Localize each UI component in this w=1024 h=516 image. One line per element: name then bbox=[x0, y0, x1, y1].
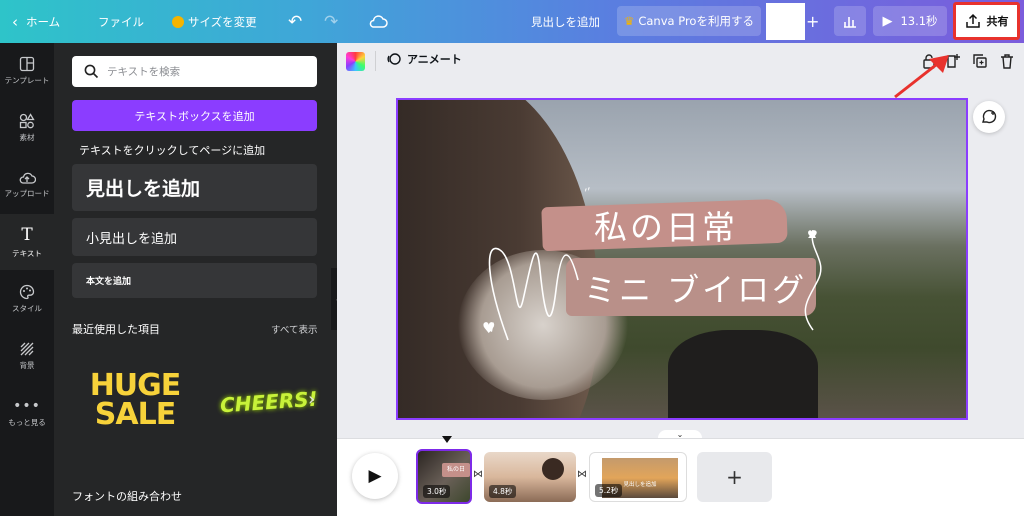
thumb-title: 私の日 bbox=[442, 463, 470, 477]
search-placeholder: テキストを検索 bbox=[107, 66, 181, 78]
file-menu[interactable]: ファイル bbox=[98, 0, 144, 43]
scribble-decoration-right bbox=[804, 230, 822, 331]
huge-sale-template[interactable]: HUGE SALE bbox=[80, 371, 190, 433]
search-icon bbox=[84, 64, 99, 79]
rail-label: アップロード bbox=[4, 189, 50, 198]
rail-label: テキスト bbox=[12, 249, 42, 258]
add-page-plus-icon[interactable]: + bbox=[697, 452, 772, 502]
home-label: ホーム bbox=[26, 14, 61, 29]
text-panel: テキストを検索 テキストボックスを追加 テキストをクリックしてページに追加 見出… bbox=[54, 43, 337, 516]
design-title-line2[interactable]: ミニ ブイログ bbox=[584, 265, 807, 311]
add-collaborator-icon[interactable]: + bbox=[806, 0, 819, 43]
page-thumbnail-1[interactable]: 私の日 3.0秒 bbox=[416, 449, 472, 504]
toolbar-divider bbox=[375, 51, 376, 71]
search-input[interactable]: テキストを検索 bbox=[72, 56, 317, 87]
rail-label: 背景 bbox=[19, 361, 35, 370]
trash-icon[interactable] bbox=[998, 52, 1016, 70]
canva-pro-button[interactable]: ♛ Canva Proを利用する bbox=[617, 6, 761, 36]
design-title-line1[interactable]: 私の日常 bbox=[594, 201, 738, 249]
thumb-person bbox=[542, 458, 564, 480]
home-button[interactable]: ‹ ホーム bbox=[12, 0, 60, 43]
show-all-link[interactable]: すべて表示 bbox=[271, 322, 317, 336]
animate-label: アニメート bbox=[407, 53, 462, 66]
side-rail: テンプレート 素材 アップロード T テキスト スタイル 背景 ••• もっと見… bbox=[0, 43, 54, 516]
rail-templates[interactable]: テンプレート bbox=[0, 43, 54, 99]
background-icon bbox=[20, 342, 34, 356]
rail-elements[interactable]: 素材 bbox=[0, 100, 54, 156]
font-combos-heading: フォントの組み合わせ bbox=[72, 490, 182, 503]
crown-icon bbox=[172, 15, 184, 28]
page-duration: 5.2秒 bbox=[595, 484, 623, 497]
playhead-marker bbox=[442, 436, 452, 443]
photo-mirror bbox=[668, 330, 818, 418]
recent-heading: 最近使用した項目 bbox=[72, 323, 160, 336]
rail-text[interactable]: T テキスト bbox=[0, 214, 54, 270]
rail-styles[interactable]: スタイル bbox=[0, 271, 54, 327]
rail-label: テンプレート bbox=[4, 76, 50, 85]
more-icon: ••• bbox=[13, 398, 41, 414]
add-textbox-button[interactable]: テキストボックスを追加 bbox=[72, 100, 317, 131]
insights-button[interactable] bbox=[834, 6, 866, 36]
text-icon: T bbox=[21, 225, 33, 245]
palette-icon bbox=[19, 284, 35, 300]
transition-icon[interactable]: ⋈ bbox=[577, 469, 587, 480]
page-thumbnail-2[interactable]: 4.8秒 bbox=[484, 452, 576, 502]
sale-text: SALE bbox=[94, 397, 176, 432]
share-button[interactable]: 共有 bbox=[953, 2, 1020, 40]
rail-more[interactable]: ••• もっと見る bbox=[0, 385, 54, 441]
duplicate-icon[interactable] bbox=[971, 52, 989, 70]
huge-text: HUGE bbox=[89, 368, 182, 403]
rail-uploads[interactable]: アップロード bbox=[0, 157, 54, 213]
upload-icon bbox=[19, 172, 36, 184]
animate-button[interactable]: アニメート bbox=[386, 51, 462, 67]
design-title[interactable]: 見出しを追加 bbox=[531, 0, 600, 43]
undo-icon[interactable]: ↶ bbox=[288, 0, 302, 43]
bar-chart-icon bbox=[844, 17, 856, 28]
chevron-left-icon: ‹ bbox=[12, 12, 18, 31]
page-duration: 3.0秒 bbox=[423, 485, 451, 498]
transition-icon[interactable]: ⋈ bbox=[473, 469, 483, 480]
top-bar: ‹ ホーム ファイル サイズを変更 ↶ ↷ 見出しを追加 ♛ Canva Pro… bbox=[0, 0, 1024, 43]
chevron-right-icon[interactable]: › bbox=[308, 389, 315, 410]
canvas-area: アニメート 私の日常 ミニ ブイログ ♥ ♥ ′′ ⌄ bbox=[337, 43, 1024, 442]
collaborator-avatar[interactable] bbox=[766, 3, 805, 40]
timeline: ▶ 私の日 3.0秒 ⋈ 4.8秒 ⋈ 見出しを追加 5.2秒 + bbox=[337, 436, 1024, 516]
play-time: 13.1秒 bbox=[900, 14, 938, 28]
rail-background[interactable]: 背景 bbox=[0, 328, 54, 384]
page-duration: 4.8秒 bbox=[489, 485, 517, 498]
resize-button[interactable]: サイズを変更 bbox=[172, 0, 257, 43]
page-thumbnail-3[interactable]: 見出しを追加 5.2秒 bbox=[589, 452, 687, 502]
sparkle-icon: ′′ bbox=[583, 185, 595, 203]
add-body-button[interactable]: 本文を追加 bbox=[72, 263, 317, 298]
present-button[interactable]: ▶ 13.1秒 bbox=[873, 6, 947, 36]
rail-label: 素材 bbox=[19, 133, 35, 142]
design-page[interactable]: 私の日常 ミニ ブイログ ♥ ♥ ′′ bbox=[396, 98, 968, 420]
template-icon bbox=[19, 56, 35, 72]
play-icon[interactable]: ▶ bbox=[352, 453, 398, 499]
heart-icon: ♥ bbox=[807, 228, 818, 242]
rail-label: もっと見る bbox=[8, 418, 46, 427]
add-subheading-button[interactable]: 小見出しを追加 bbox=[72, 218, 317, 256]
cheers-template[interactable]: CHEERS! bbox=[219, 387, 318, 418]
color-picker-icon[interactable] bbox=[346, 52, 365, 71]
resize-label: サイズを変更 bbox=[188, 14, 257, 29]
share-label: 共有 bbox=[986, 15, 1009, 28]
canva-pro-label: Canva Proを利用する bbox=[638, 14, 754, 28]
redo-icon[interactable]: ↷ bbox=[324, 0, 338, 43]
add-comment-button[interactable] bbox=[973, 101, 1005, 133]
crown-icon: ♛ bbox=[624, 14, 635, 28]
elements-icon bbox=[19, 113, 35, 129]
animate-icon bbox=[387, 53, 401, 65]
comment-icon bbox=[982, 109, 997, 124]
rail-label: スタイル bbox=[12, 304, 42, 313]
heart-icon: ♥ bbox=[482, 319, 496, 337]
annotation-arrow bbox=[894, 55, 949, 99]
cloud-save-icon[interactable] bbox=[368, 0, 388, 43]
add-heading-button[interactable]: 見出しを追加 bbox=[72, 164, 317, 211]
click-hint: テキストをクリックしてページに追加 bbox=[79, 144, 266, 157]
play-icon: ▶ bbox=[882, 13, 893, 29]
share-upload-icon bbox=[965, 13, 980, 28]
